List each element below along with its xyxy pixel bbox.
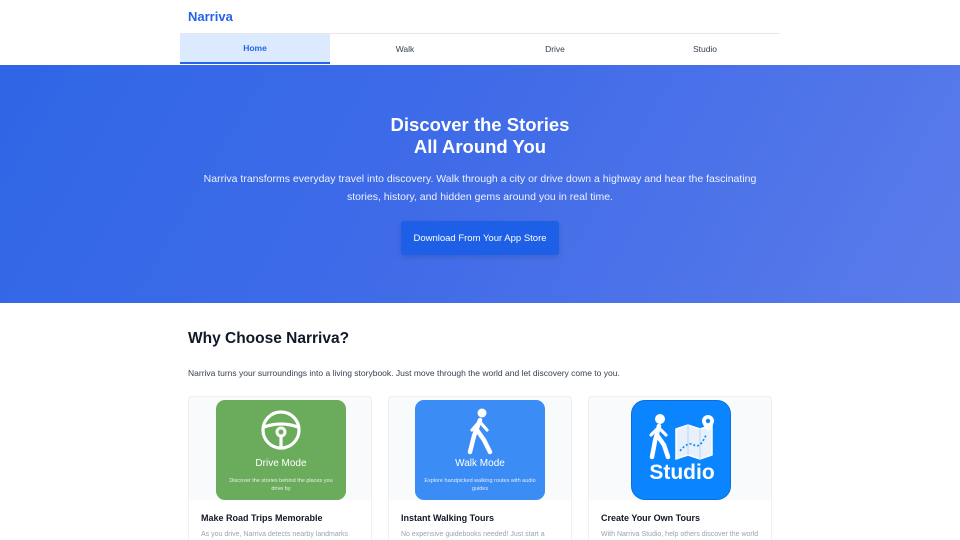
card-text: As you drive, Narriva detects nearby lan… — [201, 531, 349, 538]
feature-card-studio[interactable]: Studio Create Your Own Tours With Narriv… — [588, 396, 772, 540]
hero-title-line1: Discover the Stories — [390, 114, 570, 135]
tab-drive[interactable]: Drive — [480, 34, 630, 64]
walk-mode-tile: Walk Mode Explore handpicked walking rou… — [415, 400, 545, 500]
card-media: Drive Mode Discover the stories behind t… — [189, 397, 371, 500]
tab-studio[interactable]: Studio — [630, 34, 780, 64]
card-text: No expensive guidebooks needed! Just sta… — [401, 531, 545, 538]
download-app-button[interactable]: Download From Your App Store — [401, 221, 559, 255]
tile-label: Walk Mode — [455, 458, 505, 469]
tab-walk[interactable]: Walk — [330, 34, 480, 64]
feature-card-walk[interactable]: Walk Mode Explore handpicked walking rou… — [388, 396, 572, 540]
tile-label: Drive Mode — [255, 458, 307, 469]
studio-tile: Studio — [631, 400, 731, 500]
main-nav: Home Walk Drive Studio — [180, 34, 780, 64]
site-header: Narriva Home Walk Drive Studio — [0, 0, 960, 65]
card-title: Instant Walking Tours — [401, 513, 495, 523]
walking-person-icon — [415, 408, 545, 456]
hero-section: Discover the Stories All Around You Narr… — [0, 65, 960, 303]
drive-mode-tile: Drive Mode Discover the stories behind t… — [216, 400, 346, 500]
hero-title-line2: All Around You — [413, 136, 547, 157]
section-title: Why Choose Narriva? — [188, 330, 350, 347]
card-media: Walk Mode Explore handpicked walking rou… — [389, 397, 571, 500]
map-route-icon — [646, 411, 720, 468]
tab-home[interactable]: Home — [180, 34, 330, 64]
card-media: Studio — [589, 397, 771, 500]
card-title: Make Road Trips Memorable — [201, 513, 323, 523]
studio-tile-label: Studio — [649, 461, 715, 484]
card-text: With Narriva Studio, help others discove… — [601, 531, 759, 538]
tile-subtitle: Explore handpicked walking routes with a… — [424, 478, 536, 492]
feature-card-drive[interactable]: Drive Mode Discover the stories behind t… — [188, 396, 372, 540]
brand-logo[interactable]: Narriva — [188, 9, 233, 24]
steering-wheel-icon — [216, 408, 346, 452]
tile-subtitle: Discover the stories behind the places y… — [229, 478, 333, 492]
hero-description: Narriva transforms everyday travel into … — [203, 173, 757, 203]
section-description: Narriva turns your surroundings into a l… — [188, 368, 620, 378]
card-title: Create Your Own Tours — [601, 513, 701, 523]
